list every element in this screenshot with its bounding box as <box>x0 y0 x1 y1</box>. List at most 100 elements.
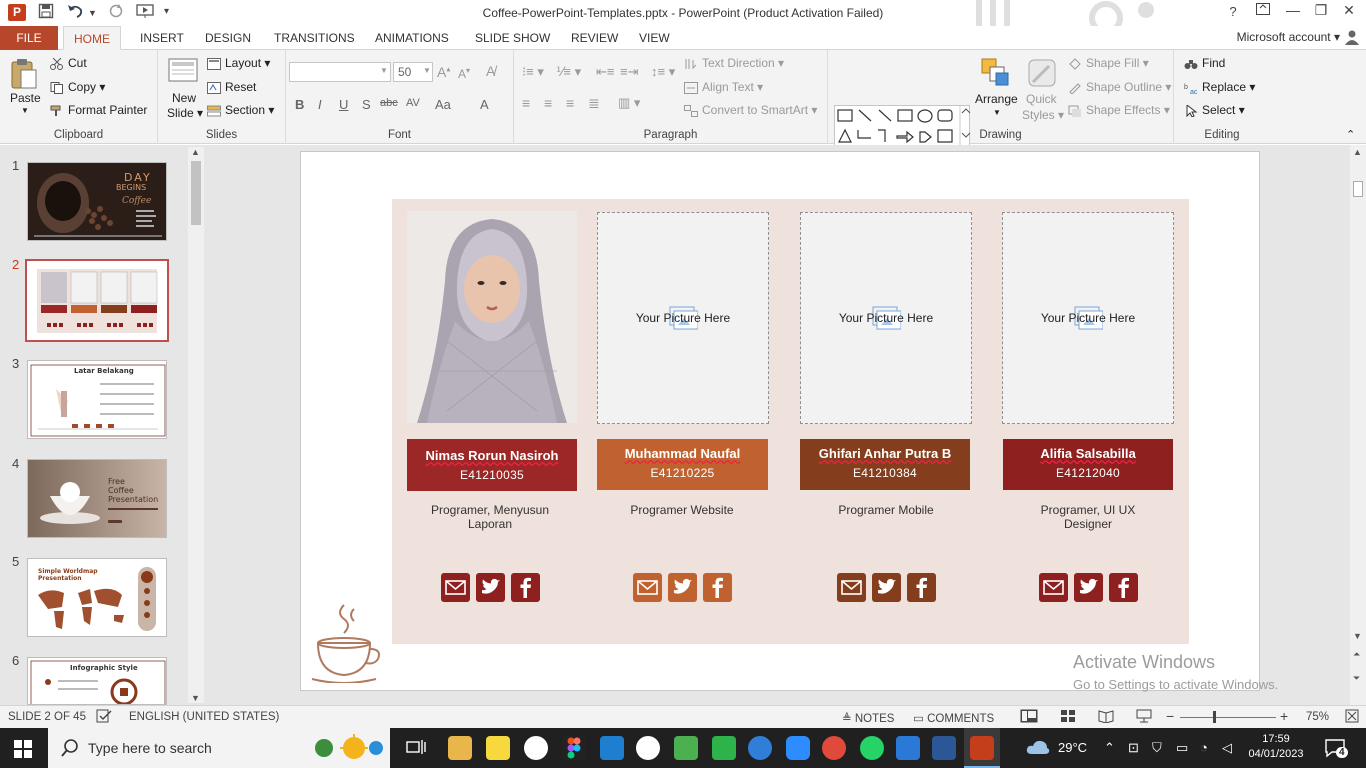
member-role-1[interactable]: Programer, Menyusun Laporan <box>405 503 575 531</box>
help-button[interactable]: ? <box>1220 4 1246 19</box>
zoom-slider[interactable] <box>1180 717 1276 718</box>
comments-button[interactable]: ▭ COMMENTS <box>913 711 994 725</box>
zoom-in-button[interactable]: + <box>1280 708 1288 724</box>
strikethrough-button[interactable]: abc <box>380 97 398 109</box>
columns-icon[interactable]: ▥ ▾ <box>618 95 640 111</box>
slide-sorter-icon[interactable] <box>1060 709 1076 726</box>
slide-scroll-up-icon[interactable]: ▲ <box>1353 147 1362 157</box>
normal-view-icon[interactable] <box>1020 709 1038 726</box>
picture-placeholder-4[interactable]: Your Picture Here <box>1002 212 1174 424</box>
clock[interactable]: 17:59 04/01/2023 <box>1244 732 1308 762</box>
tab-design[interactable]: DESIGN <box>195 26 261 50</box>
shape-outline-button[interactable]: Shape Outline ▾ <box>1068 80 1171 95</box>
character-spacing-button[interactable]: AV <box>406 97 420 109</box>
tab-file[interactable]: FILE <box>0 26 58 50</box>
align-left-icon[interactable]: ≡ <box>522 95 530 111</box>
paste-button[interactable]: Paste <box>10 91 41 105</box>
select-button[interactable]: Select ▾ <box>1184 103 1245 118</box>
fit-slide-icon[interactable] <box>1345 709 1359 726</box>
slide-count[interactable]: SLIDE 2 OF 45 <box>8 711 86 723</box>
member-card-4[interactable]: Alifia Salsabilla E41212040 <box>1003 439 1173 490</box>
reset-button[interactable]: Reset <box>207 80 256 94</box>
thumb-scroll-up-icon[interactable]: ▲ <box>191 147 200 157</box>
member-role-4[interactable]: Programer, UI UX Designer <box>1003 503 1173 531</box>
font-name-box[interactable] <box>289 62 391 82</box>
temperature[interactable]: 29°C <box>1058 740 1087 755</box>
paste-icon[interactable] <box>10 58 38 89</box>
new-slide-label-1[interactable]: New <box>172 91 196 105</box>
taskbar-search-box[interactable]: Type here to search <box>48 728 390 768</box>
wifi-icon[interactable]: ◔ <box>1200 740 1208 755</box>
slide-scrollbar-thumb[interactable] <box>1353 181 1363 197</box>
bold-button[interactable]: B <box>295 97 304 112</box>
font-size-dropdown-icon[interactable]: ▼ <box>423 66 431 75</box>
mail-icon[interactable] <box>1039 573 1068 602</box>
find-button[interactable]: Find <box>1184 56 1225 70</box>
layout-button[interactable]: Layout ▾ <box>207 56 270 70</box>
weather-cloud-icon[interactable] <box>1026 738 1050 759</box>
tab-home[interactable]: HOME <box>63 26 121 50</box>
section-button[interactable]: Section ▾ <box>207 103 274 117</box>
ribbon-display-options-icon[interactable] <box>1250 2 1276 18</box>
bullets-icon[interactable]: ⁝≡ ▾ <box>522 64 544 80</box>
thumbnail-scrollbar[interactable]: ▲ ▼ <box>188 147 204 703</box>
edge-icon[interactable] <box>748 736 772 760</box>
battery-icon[interactable]: ▭ <box>1176 740 1188 756</box>
search-highlight-icon[interactable] <box>314 734 384 765</box>
arrange-icon[interactable] <box>980 57 1009 87</box>
replace-button[interactable]: b ac Replace ▾ <box>1184 80 1255 96</box>
restore-button[interactable]: ❐ <box>1308 2 1334 19</box>
word-online-icon[interactable] <box>524 736 548 760</box>
twitter-icon[interactable] <box>872 573 901 602</box>
member-photo-1[interactable] <box>407 211 577 423</box>
close-button[interactable]: ✕ <box>1336 2 1362 19</box>
slide-thumbnail-5[interactable]: Simple Worldmap Presentation <box>27 558 167 637</box>
security-icon[interactable]: ⛉ <box>1152 740 1162 756</box>
format-painter-button[interactable]: Format Painter <box>50 103 147 117</box>
underline-button[interactable]: U <box>339 97 348 112</box>
vscode-icon[interactable] <box>600 736 624 760</box>
increase-font-icon[interactable]: A▴ <box>437 64 450 80</box>
mail-icon[interactable] <box>837 573 866 602</box>
language-indicator[interactable]: ENGLISH (UNITED STATES) <box>129 711 279 723</box>
copy-button[interactable]: Copy ▾ <box>50 80 105 94</box>
zoom-slider-thumb[interactable] <box>1213 711 1216 723</box>
change-case-button[interactable]: Aa <box>435 97 451 112</box>
slide-show-view-icon[interactable] <box>1136 709 1152 726</box>
shape-effects-button[interactable]: Shape Effects ▾ <box>1068 103 1170 117</box>
decrease-font-icon[interactable]: A▾ <box>458 66 470 81</box>
mail-icon[interactable] <box>633 573 662 602</box>
picture-placeholder-2[interactable]: Your Picture Here <box>597 212 769 424</box>
whatsapp-icon[interactable] <box>860 736 884 760</box>
align-right-icon[interactable]: ≡ <box>566 95 574 111</box>
convert-smartart-button[interactable]: Convert to SmartArt ▾ <box>684 103 817 117</box>
zoom-app-icon[interactable] <box>786 736 810 760</box>
thumbnail-scrollbar-thumb[interactable] <box>191 161 201 225</box>
new-slide-button[interactable]: Slide ▾ <box>167 106 203 120</box>
tab-view[interactable]: VIEW <box>629 26 680 50</box>
quick-styles-label-1[interactable]: Quick <box>1026 92 1057 106</box>
quick-styles-icon[interactable] <box>1027 58 1056 88</box>
picture-placeholder-3[interactable]: Your Picture Here <box>800 212 972 424</box>
mail-app-icon[interactable] <box>896 736 920 760</box>
minimize-button[interactable]: — <box>1280 2 1306 18</box>
figma-icon[interactable] <box>562 736 586 760</box>
node-icon[interactable] <box>674 736 698 760</box>
italic-button[interactable]: I <box>318 97 322 112</box>
slide-scroll-down-icon[interactable]: ▼ <box>1353 631 1362 641</box>
microsoft-account-menu[interactable]: Microsoft account ▾ <box>1237 26 1340 48</box>
slide-thumbnail-4[interactable]: Free Coffee Presentation <box>27 459 167 538</box>
member-card-2[interactable]: Muhammad Naufal E41210225 <box>597 439 768 490</box>
clear-formatting-icon[interactable]: A̸ <box>486 63 495 79</box>
reading-view-icon[interactable] <box>1098 709 1114 726</box>
facebook-icon[interactable] <box>703 573 732 602</box>
collapse-ribbon-icon[interactable]: ⌃ <box>1346 128 1355 141</box>
paste-dropdown-icon[interactable]: ▼ <box>21 106 29 115</box>
slide-thumbnail-1[interactable]: DAY BEGINS Coffee <box>27 162 167 241</box>
tab-insert[interactable]: INSERT <box>130 26 194 50</box>
file-explorer-icon[interactable] <box>448 736 472 760</box>
notepad-icon[interactable] <box>712 736 736 760</box>
slide-thumbnail-2[interactable] <box>25 259 169 342</box>
mail-icon[interactable] <box>441 573 470 602</box>
text-direction-button[interactable]: Text Direction ▾ <box>684 56 784 70</box>
